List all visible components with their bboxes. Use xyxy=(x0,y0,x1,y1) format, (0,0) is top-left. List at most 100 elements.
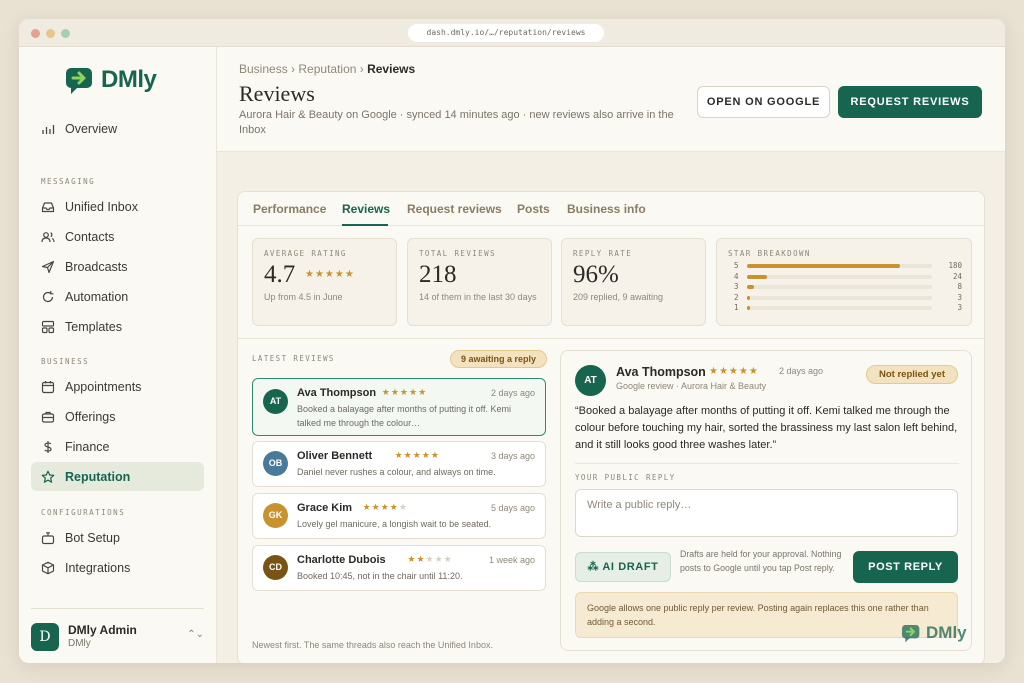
page-header: Business › Reputation › Reviews Reviews … xyxy=(217,47,1005,152)
list-footer-note: Newest first. The same threads also reac… xyxy=(252,640,493,650)
sidebar-item-offerings[interactable]: Offerings xyxy=(31,402,204,431)
review-stars: ★★★★★ xyxy=(709,366,759,377)
address-bar[interactable]: dash.dmly.io/…/reputation/reviews xyxy=(408,24,604,42)
reviewer-avatar: AT xyxy=(575,365,606,396)
sidebar-item-appointments[interactable]: Appointments xyxy=(31,372,204,401)
public-reply-input[interactable] xyxy=(575,489,958,537)
rating-stars: ★★★★★ xyxy=(363,502,408,513)
review-detail-panel: AT Ava Thompson ★★★★★ 2 days ago Google … xyxy=(560,350,972,651)
stat-value: 218 xyxy=(419,261,457,288)
reviewer-name: Charlotte Dubois xyxy=(297,554,386,566)
stat-value: 4.7 xyxy=(264,261,296,288)
breadcrumb-current: Reviews xyxy=(367,62,416,76)
rating-stars: ★★★★★ xyxy=(407,554,452,565)
awaiting-badge[interactable]: 9 awaiting a reply xyxy=(450,350,547,368)
tab-business-info[interactable]: Business info xyxy=(567,202,646,216)
sparkle-icon: ⁂ xyxy=(587,561,600,573)
layout-icon xyxy=(41,320,55,333)
brand-name: DMly xyxy=(101,66,157,93)
review-snippet: Booked 10:45, not in the chair until 11:… xyxy=(297,571,463,581)
tab-posts[interactable]: Posts xyxy=(517,202,550,216)
stars-filled: ★★★★★ xyxy=(381,387,428,397)
stat-total-reviews: TOTAL REVIEWS 218 14 of them in the last… xyxy=(407,238,552,326)
brand-logo[interactable]: DMly xyxy=(65,65,157,95)
send-icon xyxy=(41,260,55,273)
user-menu[interactable]: D DMly Admin DMly ⌃⌄ xyxy=(31,608,204,658)
review-date: 1 week ago xyxy=(488,555,535,565)
review-list-item[interactable]: OB Oliver Bennett ★★★★★ 3 days ago Daniel ne… xyxy=(252,441,546,487)
stat-reply-rate: REPLY RATE 96% 209 replied, 9 awaiting xyxy=(561,238,706,326)
sidebar-item-bot-setup[interactable]: Bot Setup xyxy=(31,523,204,552)
ai-draft-button[interactable]: ⁂ AI DRAFT xyxy=(575,552,671,582)
sidebar-item-integrations[interactable]: Integrations xyxy=(31,553,204,582)
rating-stars: ★★★★★ xyxy=(382,387,427,398)
star-icon xyxy=(41,470,55,483)
review-list-item[interactable]: CD Charlotte Dubois ★★★★★ 1 week ago Booked … xyxy=(252,545,546,591)
breakdown-star: 1 xyxy=(734,303,739,312)
sidebar-item-automation[interactable]: Automation xyxy=(31,282,204,311)
draft-note: Drafts are held for your approval. Nothi… xyxy=(680,549,842,573)
review-snippet: Booked a balayage after months of puttin… xyxy=(297,404,511,428)
sidebar-item-reputation[interactable]: Reputation xyxy=(31,462,204,491)
ai-draft-label: AI DRAFT xyxy=(602,561,659,573)
stat-note: Up from 4.5 in June xyxy=(264,292,343,302)
sidebar-item-overview[interactable]: Overview xyxy=(31,114,204,143)
sidebar-item-label: Automation xyxy=(65,289,129,304)
sidebar-item-finance[interactable]: Finance xyxy=(31,432,204,461)
breakdown-star: 3 xyxy=(734,282,739,291)
stars-filled: ★★★★★ xyxy=(394,450,440,460)
tab-performance[interactable]: Performance xyxy=(253,202,326,216)
tab-request-reviews[interactable]: Request reviews xyxy=(407,202,502,216)
sidebar-item-label: Finance xyxy=(65,439,110,454)
breakdown-row: 38 xyxy=(728,282,962,292)
divider xyxy=(575,463,959,464)
bar-chart-icon xyxy=(42,124,55,134)
sidebar-item-unified-inbox[interactable]: Unified Inbox xyxy=(31,192,204,221)
divider xyxy=(238,338,986,339)
sidebar-item-label: Offerings xyxy=(65,409,116,424)
sidebar-item-broadcasts[interactable]: Broadcasts xyxy=(31,252,204,281)
breakdown-count: 8 xyxy=(957,282,962,291)
request-reviews-button[interactable]: REQUEST REVIEWS xyxy=(838,86,982,118)
sidebar-item-templates[interactable]: Templates xyxy=(31,312,204,341)
sidebar-item-label: Contacts xyxy=(65,229,115,244)
reviewer-avatar: OB xyxy=(263,451,288,476)
review-list-item[interactable]: AT Ava Thompson ★★★★★ 2 days ago Booked a ba… xyxy=(252,378,546,436)
sidebar-item-contacts[interactable]: Contacts xyxy=(31,222,204,251)
breakdown-track xyxy=(747,295,932,300)
users-icon xyxy=(41,231,55,242)
breakdown-count: 3 xyxy=(957,303,962,312)
sidebar-item-label: Appointments xyxy=(65,379,142,394)
bot-icon xyxy=(41,531,55,544)
chevron-updown-icon[interactable]: ⌃⌄ xyxy=(187,629,204,640)
post-reply-button[interactable]: POST REPLY xyxy=(853,551,958,583)
sidebar-item-label: Overview xyxy=(65,121,118,136)
breadcrumb-reputation[interactable]: Reputation › xyxy=(298,62,363,76)
dmly-logo-icon xyxy=(902,625,920,643)
review-date: 2 days ago xyxy=(490,388,535,398)
reviewer-name: Grace Kim xyxy=(297,502,353,514)
open-on-google-button[interactable]: OPEN ON GOOGLE xyxy=(697,86,830,118)
stat-label: REPLY RATE xyxy=(573,249,633,258)
refresh-icon xyxy=(42,290,54,302)
breakdown-fill xyxy=(747,264,900,268)
watermark-brand-name: DMly xyxy=(926,623,967,642)
reviewer-avatar: CD xyxy=(263,555,288,580)
breakdown-track xyxy=(747,285,932,289)
breakdown-row: 4 24 xyxy=(728,272,962,282)
stars-empty: ★★★ xyxy=(425,554,453,564)
section-label-messaging: MESSAGING xyxy=(41,177,96,186)
stat-label: STAR BREAKDOWN xyxy=(728,249,811,258)
stat-note: 209 replied, 9 awaiting xyxy=(573,292,664,302)
breadcrumb-business[interactable]: Business › xyxy=(239,62,295,76)
breakdown-fill xyxy=(747,285,754,289)
review-source: Google review · Aurora Hair & Beauty xyxy=(616,381,767,391)
minimize-window-dot[interactable] xyxy=(46,29,55,38)
sidebar-item-label: Bot Setup xyxy=(65,530,120,545)
maximize-window-dot[interactable] xyxy=(61,29,70,38)
review-list-item[interactable]: GK Grace Kim ★★★★★ 5 days ago Lovely gel man… xyxy=(252,493,546,539)
review-snippet: Lovely gel manicure, a longish wait to b… xyxy=(297,519,492,529)
tab-reviews[interactable]: Reviews xyxy=(342,202,390,216)
close-window-dot[interactable] xyxy=(31,29,40,38)
stat-note: 14 of them in the last 30 days xyxy=(419,292,537,302)
